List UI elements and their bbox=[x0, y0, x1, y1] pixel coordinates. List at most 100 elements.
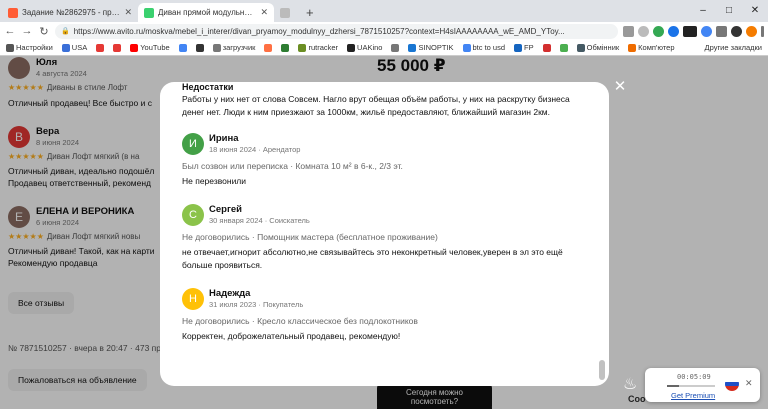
bookmark-favicon-icon bbox=[212, 43, 221, 52]
close-icon[interactable]: ✕ bbox=[612, 79, 628, 95]
puzzle-icon[interactable] bbox=[716, 25, 727, 37]
bookmark-label: загрузчик bbox=[222, 43, 256, 52]
review-card: И Ирина 18 июня 2024 · Арендатор Был соз… bbox=[182, 133, 582, 193]
bookmark-favicon-icon bbox=[542, 43, 551, 52]
share-icon[interactable] bbox=[623, 25, 634, 37]
bookmark-favicon-icon bbox=[347, 43, 356, 52]
url-text: https://www.avito.ru/moskva/mebel_i_inte… bbox=[73, 26, 565, 36]
other-bookmarks[interactable]: Другие закладки bbox=[705, 43, 762, 52]
bookmark-item[interactable]: SINOPTIK bbox=[408, 43, 454, 52]
reload-icon[interactable]: ↻ bbox=[38, 25, 50, 38]
section-text: Работы у них нет от слова Совсем. Нагло … bbox=[182, 94, 570, 117]
bookmark-label: YouTube bbox=[140, 43, 170, 52]
bookmark-item[interactable] bbox=[96, 43, 105, 52]
bookmark-item[interactable] bbox=[264, 43, 273, 52]
review-date: 31 июля 2023 · Покупатель bbox=[209, 300, 304, 309]
bookmark-item[interactable]: UAKino bbox=[347, 43, 382, 52]
review-text: Не перезвонили bbox=[182, 176, 247, 186]
avatar: С bbox=[182, 204, 204, 226]
bookmark-item[interactable] bbox=[391, 43, 400, 52]
bookmark-item[interactable] bbox=[559, 43, 568, 52]
bookmark-label: SINOPTIK bbox=[418, 43, 454, 52]
bookmark-item[interactable] bbox=[542, 43, 551, 52]
forward-icon[interactable]: → bbox=[21, 25, 33, 37]
bookmark-favicon-icon bbox=[264, 43, 273, 52]
bookmark-item[interactable] bbox=[113, 43, 122, 52]
extension-icons bbox=[623, 25, 764, 37]
review-text: не отвечает,игнорит абсолютно,не связыва… bbox=[182, 247, 563, 270]
menu-icon[interactable] bbox=[761, 25, 764, 37]
bookmark-item[interactable]: Настройки bbox=[6, 43, 53, 52]
review-date: 18 июня 2024 · Арендатор bbox=[209, 145, 301, 154]
reviewer-name: Ирина bbox=[209, 133, 239, 144]
extension-icon[interactable] bbox=[653, 25, 664, 37]
bookmark-item[interactable]: YouTube bbox=[130, 43, 170, 52]
bookmarks-bar: Настройки USA YouTube загрузчик rutracker UAK… bbox=[0, 40, 768, 56]
review-tags: Не договорились · Помощник мастера (бесп… bbox=[182, 232, 438, 242]
bookmark-item[interactable]: rutracker bbox=[298, 43, 338, 52]
bookmark-label: UAKino bbox=[357, 43, 383, 52]
section-title: Недостатки bbox=[182, 82, 234, 92]
bookmark-item[interactable]: Комп'ютер bbox=[628, 43, 675, 52]
extension-icon[interactable] bbox=[701, 25, 712, 37]
close-icon[interactable]: ✕ bbox=[124, 7, 132, 18]
bookmark-favicon-icon bbox=[96, 43, 105, 52]
tab-extra[interactable] bbox=[274, 3, 300, 22]
bookmark-favicon-icon bbox=[391, 43, 400, 52]
extension-icon[interactable] bbox=[731, 25, 742, 37]
bookmark-favicon-icon bbox=[281, 43, 290, 52]
bookmark-item[interactable]: USA bbox=[61, 43, 88, 52]
bookmark-favicon-icon bbox=[113, 43, 122, 52]
bookmark-label: Настройки bbox=[16, 43, 53, 52]
bookmark-label: USA bbox=[71, 43, 88, 52]
close-icon[interactable]: ✕ bbox=[260, 7, 268, 18]
progress-fill bbox=[667, 385, 679, 387]
modal-scrollbar[interactable] bbox=[599, 360, 605, 380]
get-premium-link[interactable]: Get Premium bbox=[671, 391, 715, 400]
bookmark-label: Комп'ютер bbox=[638, 43, 675, 52]
bookmark-label: rutracker bbox=[308, 43, 339, 52]
tab-avito[interactable]: Диван прямой модульный Джерс ✕ bbox=[138, 3, 274, 22]
review-card: С Сергей 30 января 2024 · Соискатель Не … bbox=[182, 204, 582, 284]
avatar: Н bbox=[182, 288, 204, 310]
bookmark-item[interactable] bbox=[195, 43, 204, 52]
bookmark-favicon-icon bbox=[628, 43, 637, 52]
progress-bar[interactable] bbox=[667, 385, 715, 387]
bookmark-favicon-icon bbox=[576, 43, 585, 52]
tab-label: Задание №2862975 - просмотр з bbox=[22, 8, 121, 17]
bookmark-item[interactable] bbox=[281, 43, 290, 52]
new-tab-button[interactable]: + bbox=[300, 5, 320, 22]
review-tags: Был созвон или переписка · Комната 10 м²… bbox=[182, 161, 403, 171]
back-icon[interactable]: ← bbox=[4, 25, 16, 37]
bookmark-favicon-icon bbox=[130, 43, 139, 52]
review-text: Корректен, доброжелательный продавец, ре… bbox=[182, 331, 401, 341]
bookmark-favicon-icon bbox=[298, 43, 307, 52]
reviewer-name: Сергей bbox=[209, 204, 243, 215]
timer: 00:05:09 bbox=[677, 373, 711, 381]
close-icon[interactable]: ✕ bbox=[745, 378, 753, 389]
profile-avatar[interactable] bbox=[746, 25, 757, 37]
bookmark-item[interactable]: Обмінник bbox=[576, 43, 619, 52]
reviewer-name: Надежда bbox=[209, 288, 251, 299]
minimize-button[interactable]: – bbox=[690, 0, 716, 22]
bookmark-item[interactable] bbox=[178, 43, 187, 52]
bookmark-label: btc to usd bbox=[472, 43, 506, 52]
flame-icon[interactable]: ♨ bbox=[623, 374, 637, 394]
flag-icon[interactable] bbox=[725, 377, 739, 391]
bookmark-favicon-icon bbox=[514, 43, 523, 52]
bookmark-favicon-icon bbox=[178, 43, 187, 52]
close-window-button[interactable]: ✕ bbox=[742, 0, 768, 22]
review-date: 30 января 2024 · Соискатель bbox=[209, 216, 310, 225]
url-field[interactable]: 🔒 https://www.avito.ru/moskva/mebel_i_in… bbox=[55, 23, 618, 39]
maximize-button[interactable]: □ bbox=[716, 0, 742, 22]
tab-favicon-icon bbox=[280, 7, 290, 18]
ltc-badge[interactable] bbox=[683, 25, 697, 37]
tab-task[interactable]: Задание №2862975 - просмотр з ✕ bbox=[2, 3, 138, 22]
bookmark-item[interactable]: btc to usd bbox=[462, 43, 506, 52]
extension-icon[interactable] bbox=[668, 25, 679, 37]
review-card: Н Надежда 31 июля 2023 · Покупатель Не д… bbox=[182, 288, 582, 358]
bookmark-item[interactable]: загрузчик bbox=[212, 43, 256, 52]
star-icon[interactable] bbox=[638, 25, 649, 37]
lock-icon: 🔒 bbox=[61, 28, 70, 35]
bookmark-item[interactable]: FP bbox=[514, 43, 534, 52]
